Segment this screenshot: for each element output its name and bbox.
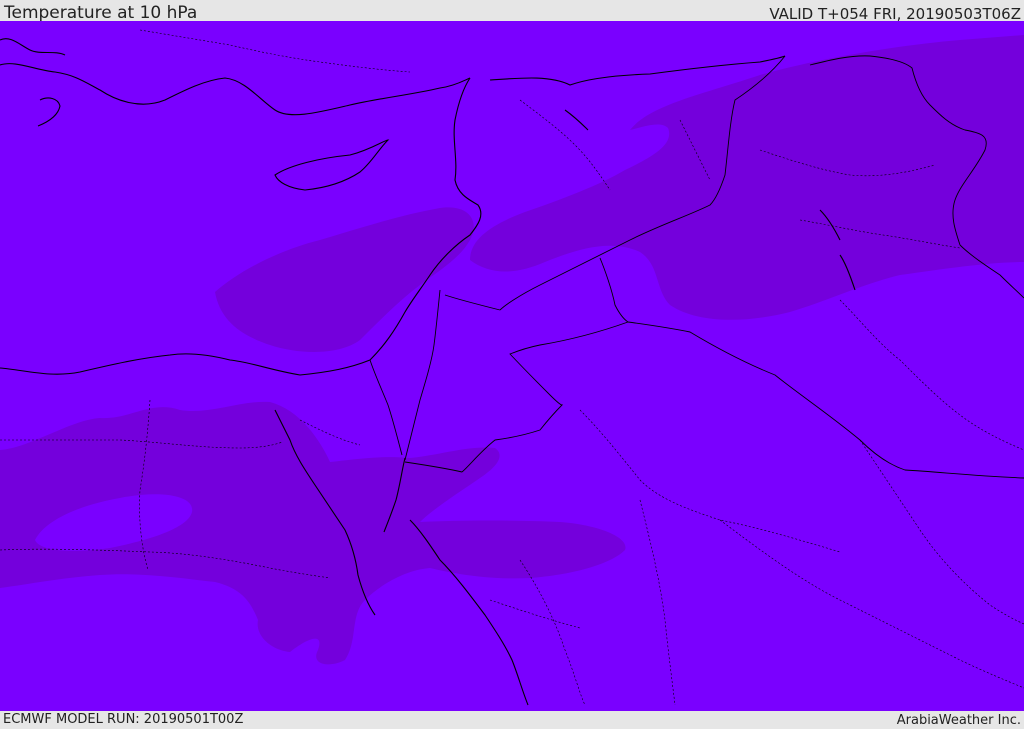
header-bar: Temperature at 10 hPa VALID T+054 FRI, 2… xyxy=(0,0,1024,23)
model-run-label: ECMWF MODEL RUN: 20190501T00Z xyxy=(3,712,244,727)
map-title: Temperature at 10 hPa xyxy=(4,3,198,23)
footer-bar: ECMWF MODEL RUN: 20190501T00Z ArabiaWeat… xyxy=(0,711,1024,729)
credit-label: ArabiaWeather Inc. xyxy=(896,713,1021,728)
map-canvas xyxy=(0,21,1024,711)
weather-map[interactable] xyxy=(0,21,1024,711)
